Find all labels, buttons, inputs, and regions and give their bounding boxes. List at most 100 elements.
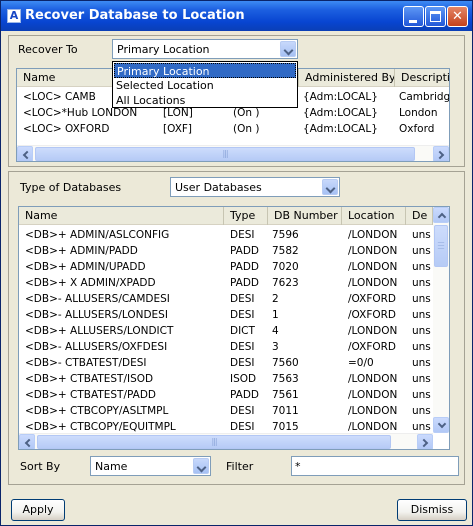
scroll-grip: — — — xyxy=(437,238,445,253)
db-location: /LONDON xyxy=(348,245,398,257)
option-all-locations[interactable]: All Locations xyxy=(114,93,296,108)
db-type: DESI xyxy=(230,357,255,369)
db-description: uns xyxy=(412,261,431,273)
title-bar[interactable]: A Recover Database to Location ✕ xyxy=(1,1,472,31)
column-header-administered-by[interactable]: Administered By xyxy=(299,69,395,87)
db-description: uns xyxy=(412,341,431,353)
database-type-select[interactable]: User Databases xyxy=(170,177,340,197)
chevron-down-icon[interactable] xyxy=(193,458,209,474)
table-row[interactable]: <DB>+ ADMIN/PADD PADD 7582/LONDON uns xyxy=(19,243,433,259)
chevron-down-icon[interactable] xyxy=(280,41,296,57)
db-type: PADD xyxy=(230,389,260,401)
scroll-right-icon[interactable] xyxy=(433,146,449,161)
db-number: 7596 xyxy=(272,229,299,241)
db-number: 2 xyxy=(272,293,279,305)
table-row[interactable]: <DB>+ ALLUSERS/LONDICT DICT 4/LONDON uns xyxy=(19,323,433,339)
table-row[interactable]: <DB>+ ADMIN/UPADD PADD 7020/LONDON uns xyxy=(19,259,433,275)
db-name: <DB>+ ADMIN/PADD xyxy=(25,245,138,257)
db-number: 7011 xyxy=(272,405,299,417)
database-vertical-scrollbar[interactable]: — — — xyxy=(433,207,449,433)
column-header-name[interactable]: Name xyxy=(19,207,224,225)
chevron-down-icon[interactable] xyxy=(322,179,338,195)
scroll-grip: ||| xyxy=(222,149,228,158)
db-number: 4 xyxy=(272,325,279,337)
column-header-db-number[interactable]: DB Number xyxy=(268,207,342,225)
database-horizontal-scrollbar[interactable]: ||| xyxy=(19,433,433,449)
db-name: <DB>+ ALLUSERS/LONDICT xyxy=(25,325,174,337)
table-row[interactable]: <DB>- CTBATEST/DESI DESI 7560 =0/0 uns xyxy=(19,355,433,371)
table-row[interactable]: <DB>+ CTBATEST/ISOD ISOD 7563/LONDON uns xyxy=(19,371,433,387)
scroll-thumb[interactable]: — — — xyxy=(434,225,448,267)
scroll-left-icon[interactable] xyxy=(19,434,35,449)
table-row[interactable]: <DB>+ ADMIN/ASLCONFIG DESI 7596/LONDON uns xyxy=(19,227,433,243)
scroll-left-icon[interactable] xyxy=(17,146,33,161)
database-type-label: Type of Databases xyxy=(20,181,122,194)
db-location: /OXFORD xyxy=(348,293,397,305)
table-row[interactable]: <DB>- ALLUSERS/OXFDESI DESI 3/OXFORD uns xyxy=(19,339,433,355)
table-row[interactable]: <LOC> OXFORD [OXF] (On ) {Adm:LOCAL} Oxf… xyxy=(17,121,449,137)
db-name: <DB>- ALLUSERS/OXFDESI xyxy=(25,341,168,353)
sort-by-label: Sort By xyxy=(20,460,61,473)
maximize-button[interactable] xyxy=(425,6,446,27)
db-type: DESI xyxy=(230,405,255,417)
db-number: 7560 xyxy=(272,357,299,369)
option-primary-location[interactable]: Primary Location xyxy=(114,63,296,78)
db-number: 1 xyxy=(272,309,279,321)
scroll-down-icon[interactable] xyxy=(433,417,449,433)
option-selected-location[interactable]: Selected Location xyxy=(114,78,296,93)
location-description: Oxford xyxy=(399,123,435,135)
db-name: <DB>- CTBATEST/DESI xyxy=(25,357,147,369)
db-number: 7623 xyxy=(272,277,299,289)
db-type: PADD xyxy=(230,277,260,289)
db-name: <DB>+ X ADMIN/XPADD xyxy=(25,277,156,289)
db-description: uns xyxy=(412,309,431,321)
dismiss-button[interactable]: Dismiss xyxy=(397,499,467,521)
db-type: DESI xyxy=(230,309,255,321)
db-location: /LONDON xyxy=(348,389,398,401)
minimize-button[interactable] xyxy=(403,6,424,27)
scroll-up-icon[interactable] xyxy=(433,207,449,223)
table-row[interactable]: <DB>+ CTBATEST/PADD PADD 7561/LONDON uns xyxy=(19,387,433,403)
column-header-location[interactable]: Location xyxy=(342,207,406,225)
db-description: uns xyxy=(412,293,431,305)
scroll-right-icon[interactable] xyxy=(417,434,433,449)
recover-to-label: Recover To xyxy=(18,43,78,56)
location-admin: {Adm:LOCAL} xyxy=(303,91,378,103)
db-type: DICT xyxy=(230,325,255,337)
db-type: DESI xyxy=(230,229,255,241)
column-header-description[interactable]: Descriptio xyxy=(395,69,449,87)
recover-to-select[interactable]: Primary Location xyxy=(112,39,298,59)
db-type: PADD xyxy=(230,261,260,273)
column-header-name[interactable]: Name xyxy=(17,69,113,87)
window-title: Recover Database to Location xyxy=(25,8,245,23)
db-location: /LONDON xyxy=(348,261,398,273)
db-description: uns xyxy=(412,245,431,257)
location-horizontal-scrollbar[interactable]: ||| xyxy=(17,145,449,161)
database-table-header: Name Type DB Number Location De xyxy=(19,207,433,225)
table-row[interactable]: <DB>+ CTBCOPY/ASLTMPL DESI 7011/LONDON uns xyxy=(19,403,433,419)
db-name: <DB>+ CTBATEST/PADD xyxy=(25,389,157,401)
db-name: <DB>+ ADMIN/ASLCONFIG xyxy=(25,229,170,241)
scroll-thumb[interactable]: ||| xyxy=(37,435,391,449)
db-number: 3 xyxy=(272,341,279,353)
column-header-description[interactable]: De xyxy=(406,207,433,225)
filter-input[interactable] xyxy=(291,456,459,476)
column-header-type[interactable]: Type xyxy=(224,207,268,225)
table-row[interactable]: <DB>+ X ADMIN/XPADD PADD 7623/LONDON uns xyxy=(19,275,433,291)
apply-button[interactable]: Apply xyxy=(11,499,65,521)
db-description: uns xyxy=(412,357,431,369)
db-number: 7582 xyxy=(272,245,299,257)
table-row[interactable]: <DB>- ALLUSERS/CAMDESI DESI 2/OXFORD uns xyxy=(19,291,433,307)
db-name: <DB>- ALLUSERS/CAMDESI xyxy=(25,293,170,305)
location-name: <LOC> OXFORD xyxy=(23,123,110,135)
db-name: <DB>+ CTBATEST/ISOD xyxy=(25,373,154,385)
db-name: <DB>+ CTBCOPY/ASLTMPL xyxy=(25,405,169,417)
db-number: 7020 xyxy=(272,261,299,273)
filter-text[interactable] xyxy=(292,457,458,475)
table-row[interactable]: <DB>- ALLUSERS/LONDESI DESI 1/OXFORD uns xyxy=(19,307,433,323)
sort-by-select[interactable]: Name xyxy=(90,456,211,476)
scroll-thumb[interactable]: ||| xyxy=(35,147,415,161)
close-button[interactable]: ✕ xyxy=(447,6,468,27)
close-icon: ✕ xyxy=(452,9,463,24)
database-type-value: User Databases xyxy=(175,181,262,194)
